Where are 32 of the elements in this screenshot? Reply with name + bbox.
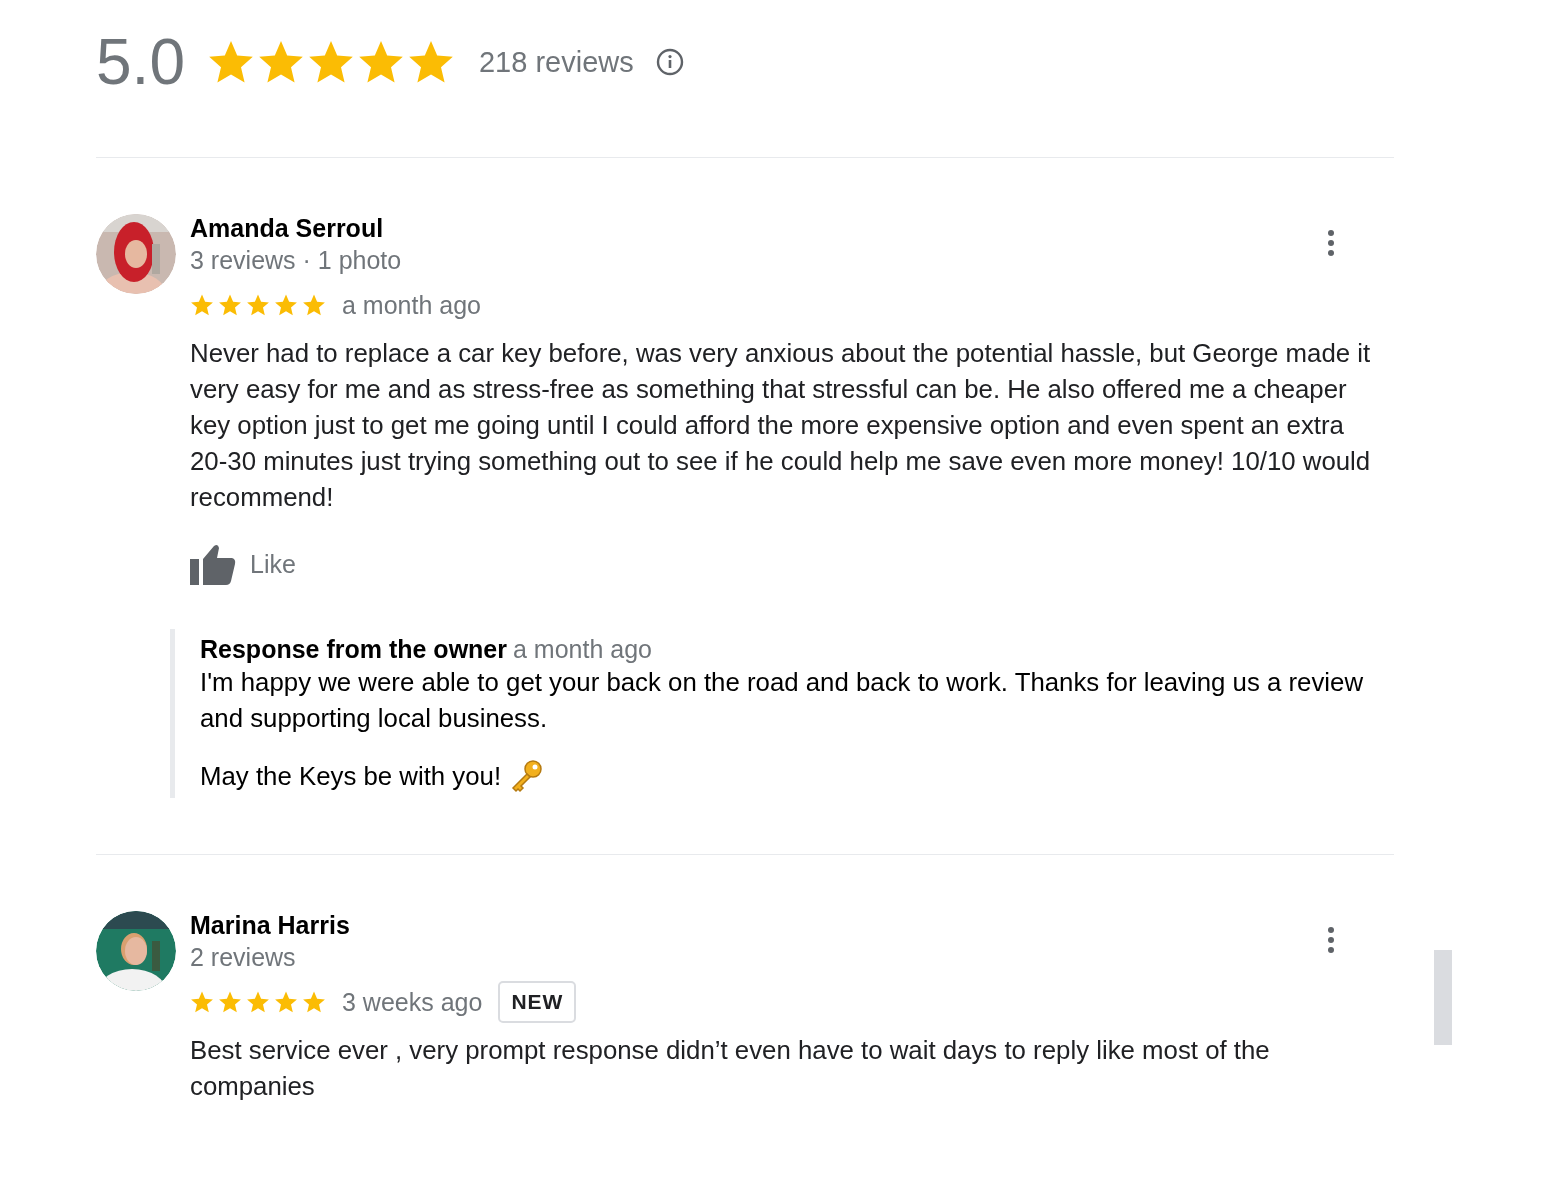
- more-options-icon[interactable]: [1326, 228, 1336, 258]
- star-icon: [218, 990, 242, 1014]
- reviewer-name[interactable]: Amanda Serroul: [190, 213, 1380, 243]
- rating-value: 5.0: [96, 25, 185, 99]
- star-icon: [190, 990, 214, 1014]
- thumbs-up-icon: [190, 543, 236, 585]
- star-icon: [218, 293, 242, 317]
- star-icon: [190, 293, 214, 317]
- reviewer-name[interactable]: Marina Harris: [190, 910, 1380, 940]
- new-badge: NEW: [498, 981, 577, 1023]
- review-text: Never had to replace a car key before, was very anxious about the potential hassle, but George made it very easy for me and as stress-free as something that stressful can be. He also offered me a cheaper key option just to get me going until I could afford the more expensive option and even spent an extra 20-30 minutes just trying something out to see if he could help me save even more money! 10/10 would recommend!: [190, 338, 1372, 513]
- star-icon: [246, 293, 270, 317]
- scrollbar-thumb[interactable]: [1434, 950, 1452, 1045]
- review-time: 3 weeks ago: [342, 987, 483, 1017]
- reviewer-stats: 2 reviews: [190, 942, 297, 973]
- star-icon: [274, 990, 298, 1014]
- info-icon[interactable]: [655, 48, 684, 76]
- reviewer-stats: 3 reviews · 1 photo: [190, 245, 403, 276]
- response-title: Response from the owner: [200, 635, 507, 663]
- more-options-icon[interactable]: [1326, 925, 1336, 955]
- response-text: I'm happy we were able to get your back on the road and back to work. Thanks for leaving us a review and supporting local business.: [200, 667, 1365, 734]
- star-icon: [274, 293, 298, 317]
- response-time: a month ago: [513, 635, 652, 663]
- key-icon: [509, 759, 544, 793]
- star-icon: [246, 990, 270, 1014]
- star-icon: [302, 990, 326, 1014]
- like-button[interactable]: Like: [190, 543, 296, 585]
- review-time: a month ago: [342, 290, 481, 320]
- response-text: May the Keys be with you!: [200, 761, 502, 792]
- star-icon: [302, 293, 326, 317]
- review-count: 218 reviews: [478, 45, 634, 79]
- review-text: Best service ever , very prompt response didn’t even have to wait days to reply like most of the companies: [190, 1035, 1271, 1102]
